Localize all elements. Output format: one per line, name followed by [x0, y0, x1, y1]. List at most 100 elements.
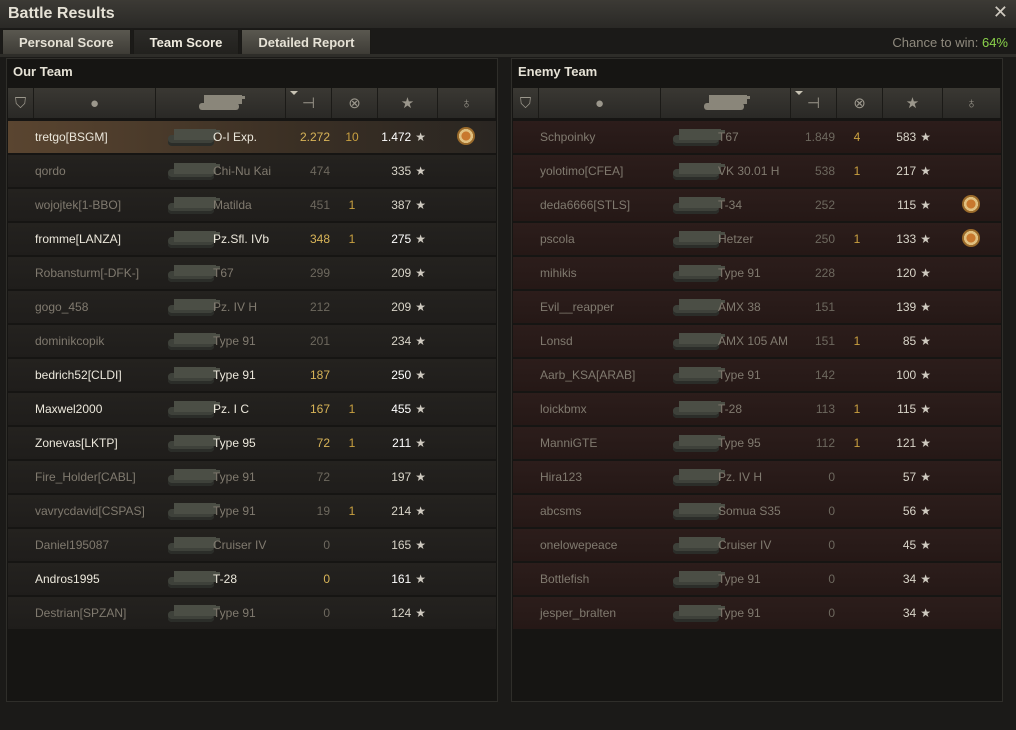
player-name: Hira123	[540, 470, 583, 484]
xp-cell: 121 ★	[879, 427, 931, 459]
xp-star-icon[interactable]: ★	[883, 88, 943, 118]
kills-icon[interactable]: ⊗	[837, 88, 883, 118]
table-row[interactable]: Aarb_KSA[ARAB] Type 91 142 100 ★	[513, 359, 1001, 391]
medal-cell	[957, 433, 985, 455]
damage-value: 2.272	[299, 130, 330, 144]
table-row[interactable]: Andros1995 T-28 0 161 ★	[8, 563, 496, 595]
xp-cell: 165 ★	[374, 529, 426, 561]
tab-personal-score[interactable]: Personal Score	[2, 29, 131, 54]
star-icon: ★	[415, 402, 426, 416]
kills-icon[interactable]: ⊗	[332, 88, 378, 118]
table-row[interactable]: bedrich52[CLDI] Type 91 187 250 ★	[8, 359, 496, 391]
tank-icon[interactable]	[156, 88, 286, 118]
table-row[interactable]: qordo Chi-Nu Kai 474 335 ★	[8, 155, 496, 187]
damage-value: 0	[828, 572, 835, 586]
star-icon: ★	[920, 198, 931, 212]
medal-cell	[957, 365, 985, 387]
medal-cell[interactable]	[452, 127, 480, 149]
xp-cell: 115 ★	[879, 189, 931, 221]
damage-value: 112	[815, 436, 835, 450]
table-row[interactable]: Robansturm[-DFK-] T67 299 209 ★	[8, 257, 496, 289]
table-row[interactable]: onelowepeace Cruiser IV 0 45 ★	[513, 529, 1001, 561]
damage-value: 187	[309, 368, 330, 382]
damage-icon[interactable]: ⊣	[791, 88, 837, 118]
table-row[interactable]: mihikis Type 91 228 120 ★	[513, 257, 1001, 289]
medal-cell	[452, 161, 480, 183]
table-row[interactable]: tretgo[BSGM] O-I Exp. 2.272 10 1.472 ★	[8, 121, 496, 153]
our-team-title: Our Team	[13, 64, 73, 79]
medal-icon[interactable]: ♁	[438, 88, 496, 118]
table-row[interactable]: gogo_458 Pz. IV H 212 209 ★	[8, 291, 496, 323]
tank-name: Matilda	[213, 198, 252, 212]
table-row[interactable]: Destrian[SPZAN] Type 91 0 124 ★	[8, 597, 496, 629]
player-name: abcsms	[540, 504, 582, 518]
table-row[interactable]: Fire_Holder[CABL] Type 91 72 197 ★	[8, 461, 496, 493]
table-row[interactable]: Bottlefish Type 91 0 34 ★	[513, 563, 1001, 595]
tank-name: T67	[213, 266, 234, 280]
kills-value: 1	[853, 164, 861, 178]
xp-cell: 139 ★	[879, 291, 931, 323]
xp-value: 45	[902, 538, 917, 552]
xp-value: 1.472	[381, 130, 412, 144]
star-icon: ★	[415, 334, 426, 348]
table-row[interactable]: vavrycdavid[CSPAS] Type 91 19 1 214 ★	[8, 495, 496, 527]
table-row[interactable]: abcsms Somua S35 0 56 ★	[513, 495, 1001, 527]
damage-icon[interactable]: ⊣	[286, 88, 332, 118]
star-icon: ★	[415, 538, 426, 552]
tab-team-score[interactable]: Team Score	[132, 29, 240, 54]
medal-icon[interactable]	[962, 229, 980, 247]
medal-cell	[957, 127, 985, 149]
medal-icon[interactable]	[457, 127, 475, 145]
xp-value: 217	[896, 164, 917, 178]
player-name: ManniGTE	[540, 436, 598, 450]
table-row[interactable]: loickbmx T-28 113 1 115 ★	[513, 393, 1001, 425]
squad-icon[interactable]: ⛉	[513, 88, 539, 118]
medal-cell	[957, 467, 985, 489]
chance-to-win: Chance to win: 64%	[892, 35, 1008, 50]
player-name: mihikis	[540, 266, 577, 280]
medal-icon[interactable]	[962, 195, 980, 213]
table-row[interactable]: Zonevas[LKTP] Type 95 72 1 211 ★	[8, 427, 496, 459]
xp-cell: 209 ★	[374, 291, 426, 323]
player-icon[interactable]: ●	[34, 88, 156, 118]
star-icon: ★	[920, 504, 931, 518]
table-row[interactable]: Maxwel2000 Pz. I C 167 1 455 ★	[8, 393, 496, 425]
table-row[interactable]: deda6666[STLS] T-34 252 115 ★	[513, 189, 1001, 221]
table-row[interactable]: Lonsd AMX 105 AM 151 1 85 ★	[513, 325, 1001, 357]
table-row[interactable]: wojojtek[1-BBO] Matilda 451 1 387 ★	[8, 189, 496, 221]
player-name: pscola	[540, 232, 575, 246]
medal-cell[interactable]	[957, 229, 985, 251]
table-row[interactable]: jesper_bralten Type 91 0 34 ★	[513, 597, 1001, 629]
table-row[interactable]: dominikcopik Type 91 201 234 ★	[8, 325, 496, 357]
star-icon: ★	[920, 300, 931, 314]
tab-detailed-report[interactable]: Detailed Report	[241, 29, 372, 54]
star-icon: ★	[415, 470, 426, 484]
medal-cell	[957, 263, 985, 285]
squad-icon[interactable]: ⛉	[8, 88, 34, 118]
player-icon[interactable]: ●	[539, 88, 661, 118]
star-icon: ★	[920, 470, 931, 484]
table-row[interactable]: ManniGTE Type 95 112 1 121 ★	[513, 427, 1001, 459]
xp-cell: 211 ★	[374, 427, 426, 459]
kills-value	[847, 257, 867, 289]
table-row[interactable]: pscola Hetzer 250 1 133 ★	[513, 223, 1001, 255]
xp-cell: 275 ★	[374, 223, 426, 255]
xp-cell: 34 ★	[879, 563, 931, 595]
table-row[interactable]: Evil__reapper AMX 38 151 139 ★	[513, 291, 1001, 323]
table-row[interactable]: Daniel195087 Cruiser IV 0 165 ★	[8, 529, 496, 561]
tank-icon[interactable]	[661, 88, 791, 118]
star-icon: ★	[415, 436, 426, 450]
star-icon: ★	[920, 402, 931, 416]
medal-icon[interactable]: ♁	[943, 88, 1001, 118]
close-icon[interactable]: ✕	[993, 2, 1008, 23]
table-row[interactable]: Schpoinky T67 1.849 4 583 ★	[513, 121, 1001, 153]
tank-name: O-I Exp.	[213, 130, 258, 144]
table-row[interactable]: Hira123 Pz. IV H 0 57 ★	[513, 461, 1001, 493]
medal-cell[interactable]	[957, 195, 985, 217]
table-row[interactable]: yolotimo[CFEA] VK 30.01 H 538 1 217 ★	[513, 155, 1001, 187]
xp-cell: 455 ★	[374, 393, 426, 425]
table-row[interactable]: fromme[LANZA] Pz.Sfl. IVb 348 1 275 ★	[8, 223, 496, 255]
kills-value: 1	[853, 436, 861, 450]
xp-star-icon[interactable]: ★	[378, 88, 438, 118]
tank-name: AMX 38	[718, 300, 761, 314]
